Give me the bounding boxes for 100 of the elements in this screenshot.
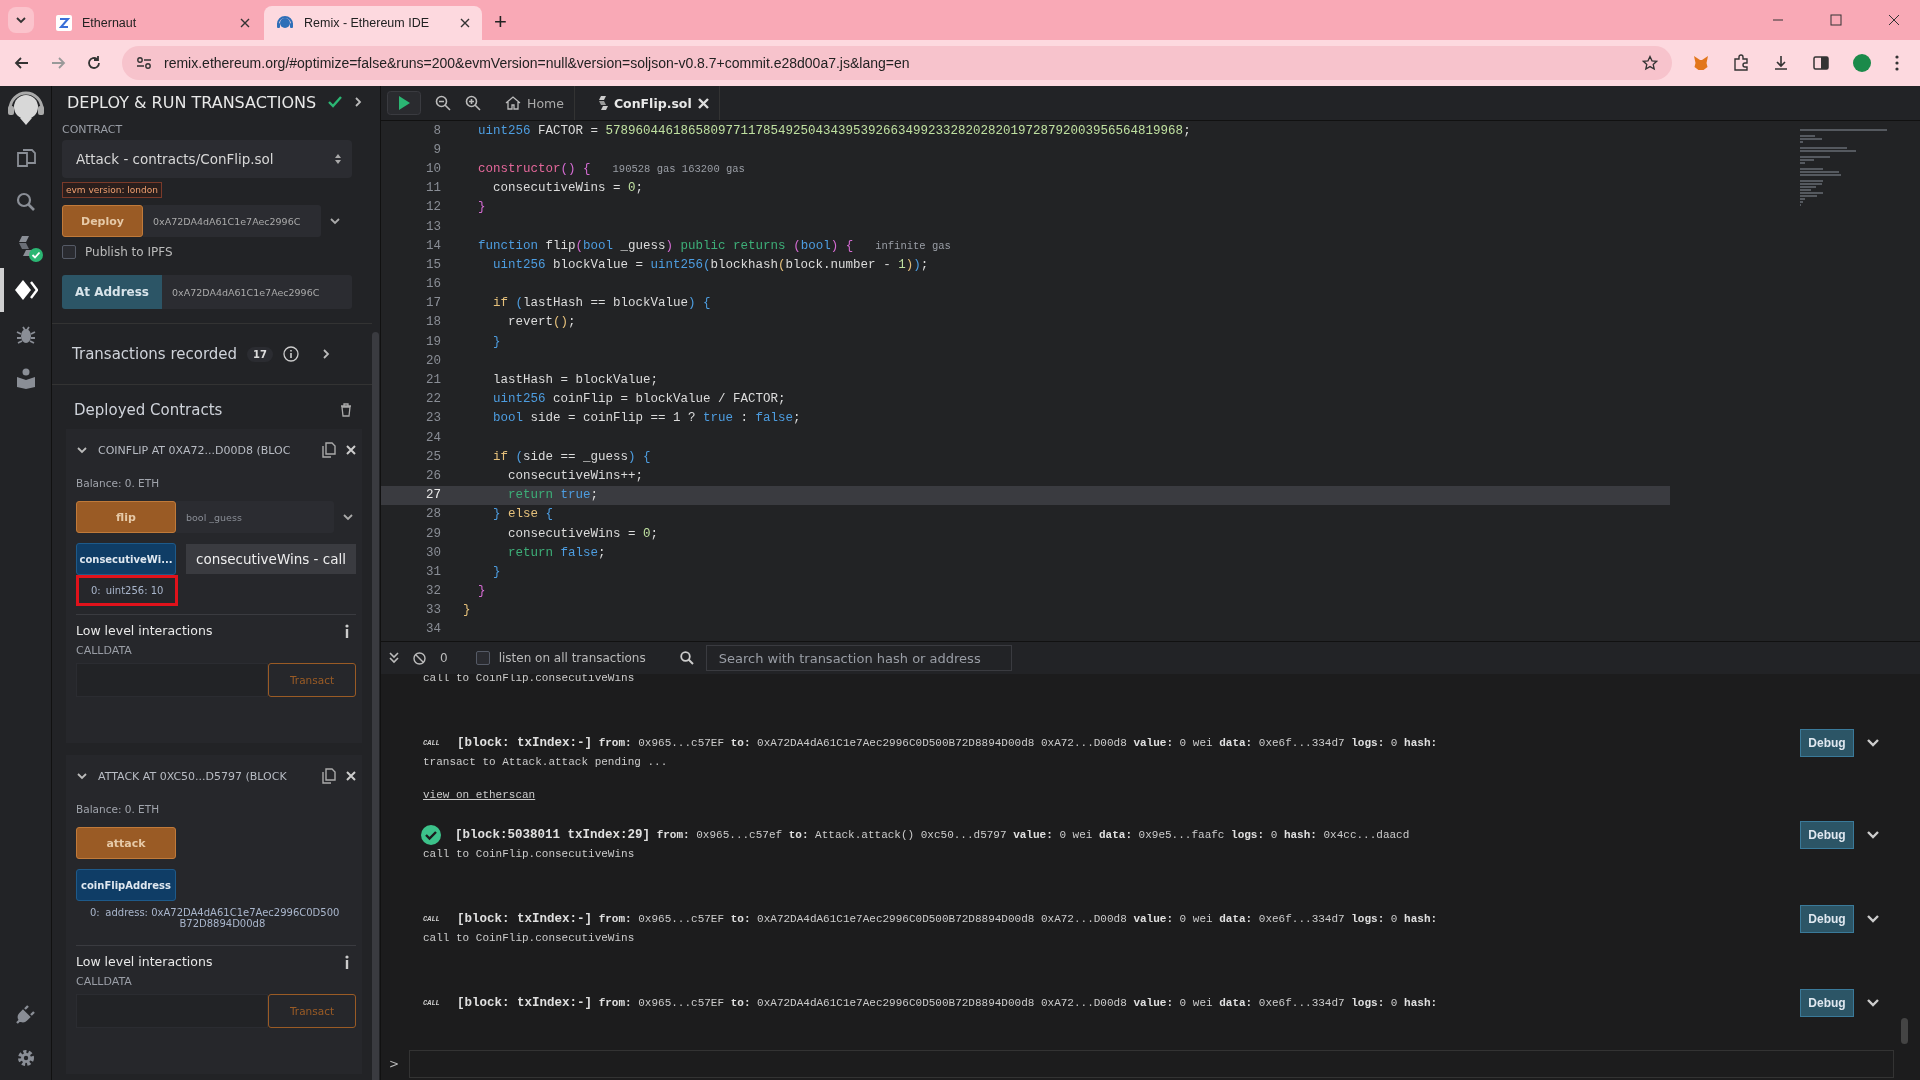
field-label: CONTRACT [62, 123, 124, 136]
calldata-input[interactable] [76, 994, 268, 1028]
line-number: 18 [425, 315, 442, 330]
search-icon [14, 191, 37, 213]
copy-icon[interactable] [322, 442, 336, 458]
prompt-sign: > [389, 1057, 400, 1071]
chevron-down-icon[interactable] [1866, 998, 1880, 1008]
etherscan-link[interactable]: view on etherscan [423, 789, 536, 801]
address-input[interactable]: 0xA72DA4dA61C1e7Aec2996C [162, 275, 352, 309]
editor-tab[interactable]: ConFlip.sol [588, 86, 720, 120]
zoom-in-icon[interactable] [465, 95, 481, 111]
scrollbar[interactable] [1901, 1018, 1908, 1044]
instance-title: COINFLIP AT 0XA72...D00D8 (BLOC [98, 443, 292, 457]
code-line: function flip(bool _guess) public returns (bool) { [477, 238, 854, 253]
chevron-down-icon[interactable] [1866, 830, 1880, 840]
copy-icon[interactable] [322, 768, 336, 784]
browser-tab[interactable]: Remix - Ethereum IDE [264, 6, 482, 40]
chevron-down-icon[interactable] [1866, 738, 1880, 748]
scrollbar[interactable] [372, 332, 379, 1080]
chevron-right-icon[interactable] [322, 348, 330, 360]
function-button[interactable]: flip [76, 501, 176, 533]
sort-arrows-icon [334, 153, 342, 165]
deploy-button[interactable]: Deploy [62, 205, 143, 237]
address-bar[interactable]: remix.ethereum.org/#optimize=false&runs=200&evmVersion=null&version=soljson-v0.8.7+commit.e28d00a7.js&lang=en [122, 46, 1672, 80]
line-number: 17 [425, 296, 442, 311]
side-panel-icon[interactable] [1812, 54, 1830, 72]
star-icon[interactable] [1642, 55, 1658, 71]
debug-button[interactable]: Debug [1800, 729, 1854, 757]
transaction-summary: [block: txIndex:-] from: 0x965...c57EF to: 0xA72DA4dA61C1e7Aec2996C0D500B72D8894D00d8 0xA72...D00d8 value: 0 wei data: 0xe6f...334d7 logs: 0 hash: [457, 912, 1438, 926]
line-number: 25 [425, 449, 442, 464]
contract-select[interactable]: Attack - contracts/ConFlip.sol [62, 140, 352, 178]
diamond-arrow-icon [13, 279, 38, 301]
debug-button[interactable]: Debug [1800, 905, 1854, 933]
reload-icon[interactable] [86, 55, 102, 71]
info-icon[interactable] [344, 623, 350, 638]
clear-icon[interactable] [413, 651, 426, 665]
transaction-summary: [block: txIndex:-] from: 0x965...c57EF to: 0xA72DA4dA61C1e7Aec2996C0D500B72D8894D00d8 0xA72...D00d8 value: 0 wei data: 0xe6f...334d7 logs: 0 hash: [457, 996, 1438, 1010]
close-icon[interactable] [1888, 14, 1900, 26]
back-icon[interactable] [14, 55, 30, 71]
zoom-out-icon[interactable] [435, 95, 451, 111]
puzzle-icon[interactable] [1732, 54, 1750, 72]
tab-list-button[interactable] [8, 7, 34, 33]
line-number: 12 [425, 200, 442, 215]
code-line: } [477, 584, 486, 599]
function-button[interactable]: attack [76, 827, 176, 859]
avatar-icon[interactable] [1852, 53, 1872, 73]
editor-tab[interactable]: Home [495, 86, 575, 120]
chevron-down-icon[interactable] [342, 513, 354, 521]
line-number: 24 [425, 430, 442, 445]
more-icon[interactable] [1894, 54, 1900, 72]
code-line: consecutiveWins++; [507, 468, 644, 483]
line-number: 28 [425, 507, 442, 522]
headphones-logo-icon [276, 15, 294, 31]
line-number: 14 [425, 238, 442, 253]
browser-tab[interactable]: Ethernaut [44, 6, 262, 40]
chevron-down-icon[interactable] [76, 445, 88, 455]
double-chevron-icon[interactable] [389, 652, 399, 664]
chevron-right-icon[interactable] [354, 96, 363, 108]
debug-button[interactable]: Debug [1800, 989, 1854, 1017]
argument-input[interactable]: bool _guess [176, 501, 334, 533]
close-icon[interactable] [240, 18, 250, 28]
line-number: 26 [425, 468, 442, 483]
info-icon[interactable] [283, 346, 299, 362]
site-settings-icon[interactable] [136, 56, 152, 70]
code-line: uint256 blockValue = uint256(blockhash(block.number - 1)); [492, 257, 929, 272]
info-icon[interactable] [344, 954, 350, 969]
trash-icon[interactable] [340, 403, 352, 417]
balance-text: Balance: 0. ETH [76, 477, 161, 489]
checkbox[interactable] [62, 245, 76, 259]
calldata-input[interactable] [76, 663, 268, 697]
url-text: remix.ethereum.org/#optimize=false&runs=200&evmVersion=null&version=soljson-v0.8.7+commit.e28d00a7.js&lang=en [164, 55, 911, 71]
code-line: return true; [507, 488, 599, 503]
close-icon[interactable] [460, 18, 470, 28]
code-line: uint256 coinFlip = blockValue / FACTOR; [492, 392, 786, 407]
chevron-down-icon[interactable] [76, 771, 88, 781]
maximize-icon[interactable] [1830, 14, 1842, 26]
search-field[interactable]: Search with transaction hash or address [705, 645, 1012, 671]
debug-button[interactable]: Debug [1800, 821, 1854, 849]
new-tab-button[interactable]: + [494, 9, 507, 35]
checkbox[interactable] [475, 651, 490, 665]
check-icon [328, 96, 343, 108]
line-number: 32 [425, 584, 442, 599]
search-icon [679, 651, 694, 665]
field-label: CALLDATA [76, 975, 133, 988]
line-number: 10 [425, 161, 442, 176]
chevron-down-icon[interactable] [329, 217, 341, 225]
result-index: 0: [91, 585, 101, 596]
function-button[interactable]: coinFlipAddress [76, 869, 176, 901]
chevron-down-icon [15, 16, 27, 24]
address-input[interactable]: 0xA72DA4dA61C1e7Aec2996C [143, 205, 321, 237]
pending-count: 0 [440, 651, 448, 665]
play-icon[interactable] [387, 91, 421, 115]
download-icon[interactable] [1772, 54, 1790, 72]
line-number: 31 [425, 564, 442, 579]
at-address-button[interactable]: At Address [62, 275, 162, 309]
plug-icon[interactable] [14, 1003, 37, 1025]
log-message: call to CoinFlip.consecutiveWins [423, 848, 635, 860]
chevron-down-icon[interactable] [1866, 914, 1880, 924]
success-check-icon [421, 825, 441, 845]
function-button[interactable]: consecutiveWi... [76, 543, 176, 575]
